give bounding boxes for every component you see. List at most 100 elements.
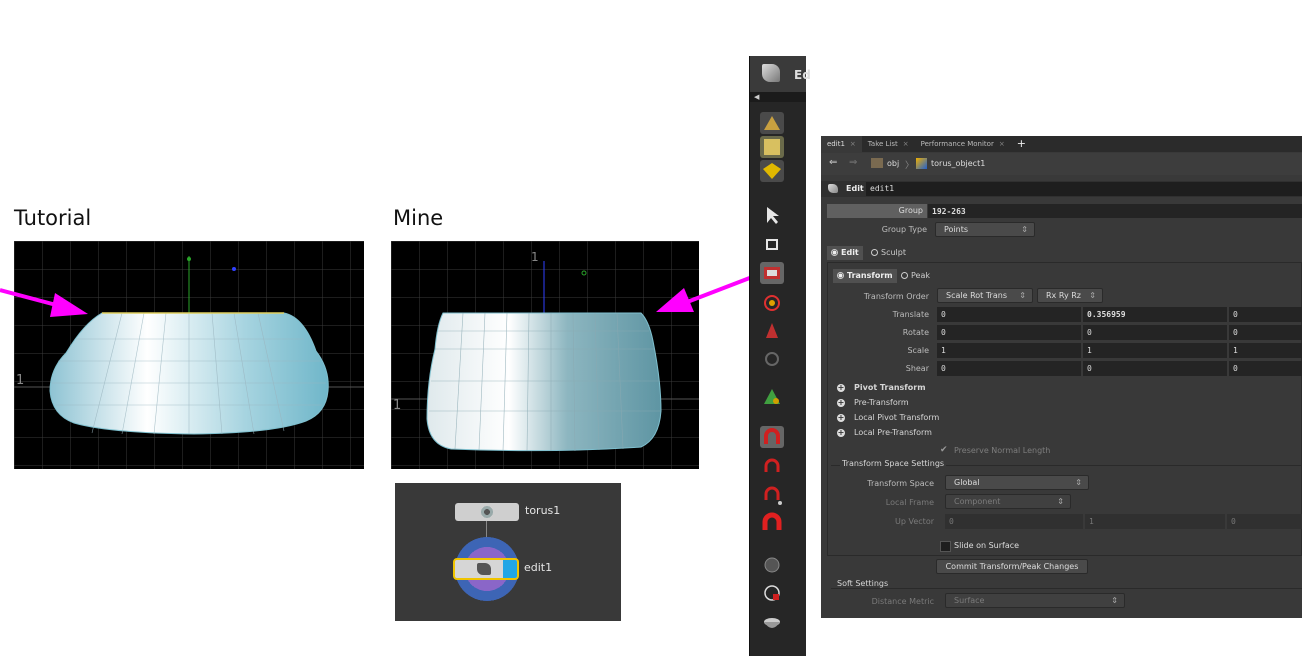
folder-local-pivot-transform[interactable]: Local Pivot Transform [854,413,939,422]
rotate-order-select[interactable]: Rx Ry Rz ⇕ [1037,288,1103,303]
group-field[interactable]: 192-263 [928,204,1302,218]
sculpt-icon[interactable] [760,386,784,408]
parameter-editor: edit1 × Take List × Performance Monitor × +… [821,136,1302,618]
translate-label: Translate [892,310,929,319]
forward-arrow-icon[interactable]: ⇒ [849,157,857,168]
path-root[interactable]: obj [887,159,899,168]
back-arrow-icon[interactable]: ⇐ [829,157,837,168]
edit-brush-icon [477,563,491,575]
shear-y-field[interactable]: 0 [1083,361,1227,376]
up-vector-y-field[interactable]: 1 [1085,514,1225,529]
rotate-z-field[interactable]: 0 [1229,325,1302,340]
add-tab-button[interactable]: + [1011,136,1032,152]
node-torus1-label: torus1 [525,504,561,517]
folder-pivot-transform[interactable]: Pivot Transform [854,383,926,392]
slide-on-surface-checkbox[interactable] [940,541,951,552]
shear-z-field[interactable]: 0 [1229,361,1302,376]
checkmark-icon[interactable]: ✔ [940,445,948,455]
node-edit1-label: edit1 [524,561,553,574]
tab-edit[interactable]: Edit [827,246,863,260]
commit-changes-button[interactable]: Commit Transform/Peak Changes [936,559,1088,574]
svg-text:1: 1 [393,398,401,413]
node-type-label: Edit [846,184,864,193]
folder-local-pre-transform[interactable]: Local Pre-Transform [854,428,932,437]
edit-brush-icon[interactable] [762,64,780,82]
folder-pre-transform[interactable]: Pre-Transform [854,398,909,407]
snap-icon[interactable] [760,348,784,370]
tab-sculpt[interactable]: Sculpt [867,246,910,260]
edit-tool-icon[interactable] [760,262,784,284]
group-type-label: Group Type [881,225,927,234]
node-edit1[interactable] [453,558,519,580]
curve-magnet-icon[interactable] [760,456,784,478]
globe-target-icon[interactable] [760,582,784,604]
group-type-select[interactable]: Points ⇕ [935,222,1035,237]
translate-x-field[interactable]: 0 [937,307,1081,322]
translate-y-field[interactable]: 0.356959 [1083,307,1227,322]
node-name-field[interactable]: edit1 [866,182,1302,196]
tab-performance-monitor[interactable]: Performance Monitor × [915,136,1011,152]
expand-icon[interactable]: + [837,414,845,422]
node-header: Edit edit1 [821,181,1302,197]
globe-icon[interactable] [760,554,784,576]
slide-on-surface-label: Slide on Surface [954,541,1020,550]
network-editor[interactable]: torus1 edit1 [395,483,621,621]
shear-x-field[interactable]: 0 [937,361,1081,376]
rotate-tool-icon[interactable] [760,292,784,314]
svg-text:1: 1 [16,373,24,388]
node-torus1[interactable] [455,503,519,521]
handle-icon[interactable] [760,232,784,254]
tutorial-caption: Tutorial [14,206,92,230]
local-frame-select[interactable]: Component ⇕ [945,494,1071,509]
shelf-cube-icon[interactable] [760,160,784,182]
magnet-tool-icon[interactable] [760,426,784,448]
shelf-lights-icon[interactable] [760,112,784,134]
point-magnet-icon[interactable] [760,484,784,506]
tab-transform[interactable]: Transform [833,269,897,283]
tab-edit1[interactable]: edit1 × [821,136,862,152]
shelf-mesh-icon[interactable] [760,136,784,158]
scale-z-field[interactable]: 1 [1229,343,1302,358]
local-frame-label: Local Frame [885,498,934,507]
scale-y-field[interactable]: 1 [1083,343,1227,358]
torus-icon [479,506,495,518]
tool-shelf: Ed ◀ [749,56,811,656]
group-label[interactable]: Group [827,204,927,218]
expand-icon[interactable]: + [837,384,845,392]
path-object[interactable]: torus_object1 [931,159,985,168]
svg-text:1: 1 [531,250,539,264]
transform-space-select[interactable]: Global ⇕ [945,475,1089,490]
translate-z-field[interactable]: 0 [1229,307,1302,322]
obj-icon [871,158,883,168]
tutorial-mesh-render: 1 [14,241,364,469]
scale-tool-icon[interactable] [760,320,784,342]
soft-settings-title: Soft Settings [837,579,889,588]
rotate-x-field[interactable]: 0 [937,325,1081,340]
preserve-normal-label: Preserve Normal Length [954,446,1051,455]
pane-tabs: edit1 × Take List × Performance Monitor × + [821,136,1302,152]
soft-settings-divider [831,588,1302,589]
tutorial-pointer-arrow [0,288,88,317]
expand-icon[interactable]: + [837,399,845,407]
tab-take-list[interactable]: Take List × [862,136,915,152]
scale-label: Scale [907,346,929,355]
transform-order-select[interactable]: Scale Rot Trans ⇕ [937,288,1033,303]
tutorial-viewport: 1 [14,241,364,469]
shelf-header: Ed [750,56,811,92]
path-bar: ⇐ ⇒ obj 〉 torus_object1 [821,153,1302,175]
display-flag[interactable] [503,560,517,578]
tab-peak[interactable]: Peak [897,269,934,283]
up-vector-label: Up Vector [895,517,934,526]
transform-order-label: Transform Order [863,292,929,301]
bowl-icon[interactable] [760,612,784,634]
up-vector-z-field[interactable]: 0 [1227,514,1302,529]
distance-metric-select[interactable]: Surface ⇕ [945,593,1125,608]
magnet-icon[interactable] [760,512,784,534]
scale-x-field[interactable]: 1 [937,343,1081,358]
transform-space-label: Transform Space [867,479,934,488]
rotate-y-field[interactable]: 0 [1083,325,1227,340]
expand-icon[interactable]: + [837,429,845,437]
select-arrow-icon[interactable] [760,204,784,226]
up-vector-x-field[interactable]: 0 [945,514,1083,529]
shelf-divider: ◀ [750,92,806,102]
